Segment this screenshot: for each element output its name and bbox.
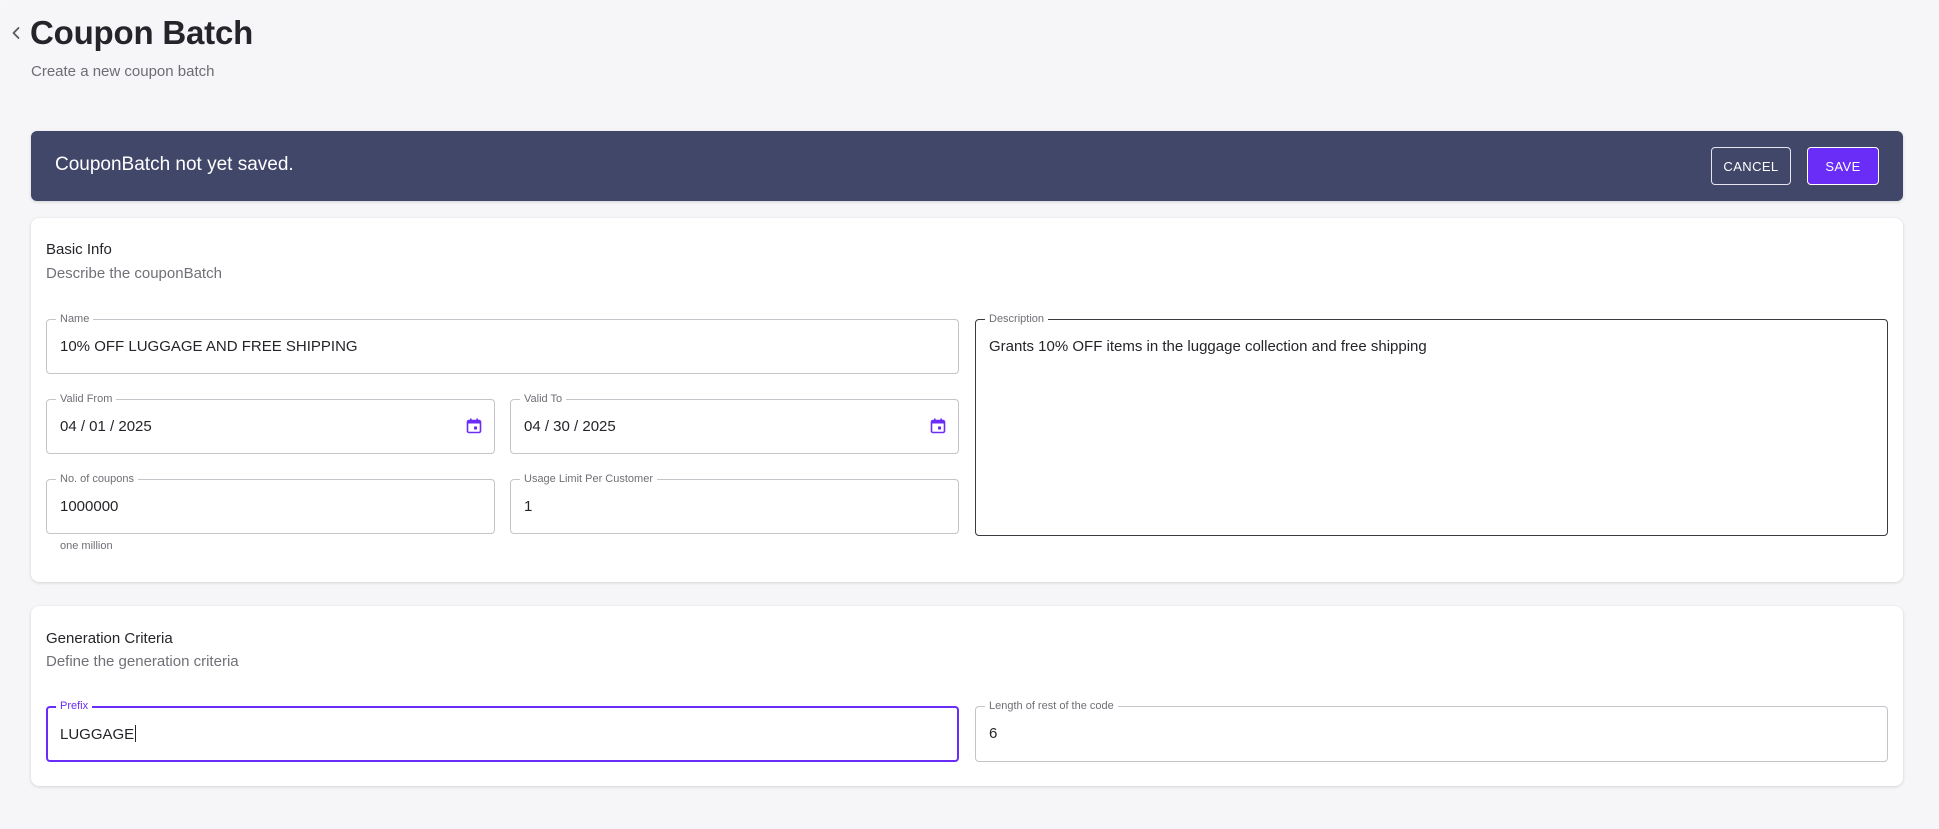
back-button[interactable] — [8, 22, 24, 44]
name-label: Name — [56, 312, 94, 326]
description-value[interactable]: Grants 10% OFF items in the luggage coll… — [989, 338, 1427, 355]
unsaved-banner: CouponBatch not yet saved. CANCEL SAVE — [31, 131, 1903, 201]
name-value[interactable]: 10% OFF LUGGAGE AND FREE SHIPPING — [60, 338, 358, 355]
valid-to-label: Valid To — [520, 392, 567, 406]
code-length-label: Length of rest of the code — [985, 699, 1118, 713]
calendar-icon[interactable] — [929, 417, 947, 435]
description-label: Description — [985, 312, 1049, 326]
save-button[interactable]: SAVE — [1807, 147, 1879, 185]
basic-info-description: Describe the couponBatch — [46, 265, 222, 282]
prefix-field[interactable]: Prefix LUGGAGE — [46, 699, 959, 762]
num-coupons-value[interactable]: 1000000 — [60, 498, 118, 515]
generation-criteria-card: Generation Criteria Define the generatio… — [31, 606, 1903, 786]
code-length-value[interactable]: 6 — [989, 725, 997, 742]
description-field[interactable]: Description Grants 10% OFF items in the … — [975, 312, 1888, 536]
num-coupons-helper: one million — [60, 540, 113, 552]
valid-to-field[interactable]: Valid To 04 / 30 / 2025 — [510, 392, 959, 454]
valid-from-field[interactable]: Valid From 04 / 01 / 2025 — [46, 392, 495, 454]
num-coupons-label: No. of coupons — [56, 472, 138, 486]
name-field[interactable]: Name 10% OFF LUGGAGE AND FREE SHIPPING — [46, 312, 959, 374]
usage-limit-label: Usage Limit Per Customer — [520, 472, 657, 486]
code-length-field[interactable]: Length of rest of the code 6 — [975, 699, 1888, 762]
page: Coupon Batch Create a new coupon batch C… — [0, 0, 1939, 829]
valid-to-value[interactable]: 04 / 30 / 2025 — [524, 418, 616, 435]
prefix-value[interactable]: LUGGAGE — [60, 725, 137, 743]
prefix-label: Prefix — [56, 699, 93, 713]
generation-heading: Generation Criteria — [46, 630, 173, 647]
usage-limit-value[interactable]: 1 — [524, 498, 532, 515]
cancel-button[interactable]: CANCEL — [1711, 147, 1791, 185]
page-title: Coupon Batch — [30, 14, 254, 51]
text-caret — [135, 725, 137, 742]
valid-from-label: Valid From — [56, 392, 117, 406]
page-subtitle: Create a new coupon batch — [31, 63, 215, 80]
valid-from-value[interactable]: 04 / 01 / 2025 — [60, 418, 152, 435]
basic-info-heading: Basic Info — [46, 241, 112, 258]
num-coupons-field[interactable]: No. of coupons 1000000 — [46, 472, 495, 534]
calendar-icon[interactable] — [465, 417, 483, 435]
generation-description: Define the generation criteria — [46, 653, 239, 670]
chevron-left-icon — [12, 27, 20, 39]
prefix-text: LUGGAGE — [60, 726, 135, 743]
usage-limit-field[interactable]: Usage Limit Per Customer 1 — [510, 472, 959, 534]
unsaved-message: CouponBatch not yet saved. — [55, 154, 294, 175]
basic-info-card: Basic Info Describe the couponBatch Name… — [31, 218, 1903, 582]
